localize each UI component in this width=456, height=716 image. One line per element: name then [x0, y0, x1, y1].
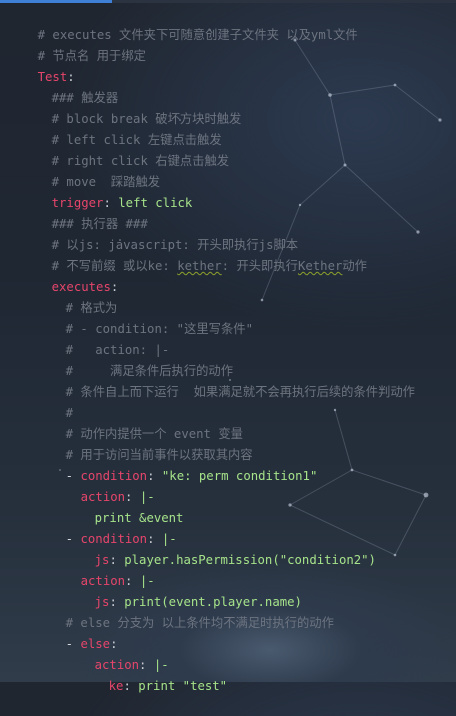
- code-line-16: # action: |-: [36, 320, 170, 357]
- code-line-23: action: |-: [51, 467, 155, 504]
- code-line-24: print &event: [65, 488, 184, 525]
- code-line-21: # 用于访问当前事件以获取其内容: [36, 425, 253, 462]
- code-line-1: # executes 文件夹下可随意创建子文件夹 以及yml文件: [8, 5, 358, 42]
- code-line-31: action: |-: [65, 635, 169, 672]
- code-line-9: trigger: left click: [22, 173, 193, 210]
- code-line-11: # 以js: javascript: 开头即执行js脚本: [22, 215, 298, 252]
- code-line-17: # 满足条件后执行的动作: [36, 341, 233, 378]
- code-line-4: ### 触发器: [22, 68, 119, 105]
- comment: : 开头即执行: [221, 259, 298, 273]
- yaml-string: "ke: perm condition1": [161, 469, 318, 483]
- code-line-2: # 节点名 用于绑定: [8, 26, 146, 63]
- code-line-20: # 动作内提供一个 event 变量: [36, 404, 243, 441]
- code-line-28: js: print(event.player.name): [65, 572, 302, 609]
- yaml-key: ke: [108, 679, 124, 693]
- yaml-string: print "test": [138, 679, 228, 693]
- code-line-25: - condition: |-: [36, 509, 177, 546]
- code-line-12: # 不写前缀 或以ke: kether: 开头即执行Kether动作: [22, 236, 367, 273]
- code-line-27: action: |-: [51, 551, 155, 588]
- code-line-22: - condition: "ke: perm condition1": [36, 446, 318, 483]
- code-line-30: - else:: [36, 614, 118, 651]
- code-line-26: js: player.hasPermission("condition2"): [65, 530, 376, 567]
- code-line-18: # 条件自上而下运行 如果满足就不会再执行后续的条件判动作: [36, 362, 415, 399]
- code-editor[interactable]: # executes 文件夹下可随意创建子文件夹 以及yml文件 # 节点名 用…: [0, 3, 456, 693]
- code-line-10: ### 执行器 ###: [22, 194, 148, 231]
- code-line-13: executes:: [22, 257, 119, 294]
- code-line-6: # left click 左键点击触发: [22, 110, 222, 147]
- code-line-7: # right click 右键点击触发: [22, 131, 229, 168]
- spellcheck-word: Kether: [297, 259, 343, 273]
- code-line-29: # else 分支为 以上条件均不满足时执行的动作: [36, 593, 334, 630]
- spellcheck-word: kether: [177, 259, 222, 273]
- code-line-5: # block break 破坏方块时触发: [22, 89, 242, 126]
- code-line-19: #: [36, 383, 73, 420]
- colon: :: [123, 679, 131, 693]
- code-line-8: # move 踩踏触发: [22, 152, 160, 189]
- code-line-3: Test:: [8, 47, 75, 84]
- comment: 动作: [342, 259, 367, 273]
- code-line-14: # 格式为: [36, 278, 118, 315]
- code-line-15: # - condition: "这里写条件": [36, 299, 253, 336]
- comment: # 条件自上而下运行 如果满足就不会再执行后续的条件判动作: [65, 385, 415, 399]
- yaml-value: player.hasPermission("condition2"): [124, 553, 376, 567]
- code-line-32: ke: print "test": [79, 656, 227, 693]
